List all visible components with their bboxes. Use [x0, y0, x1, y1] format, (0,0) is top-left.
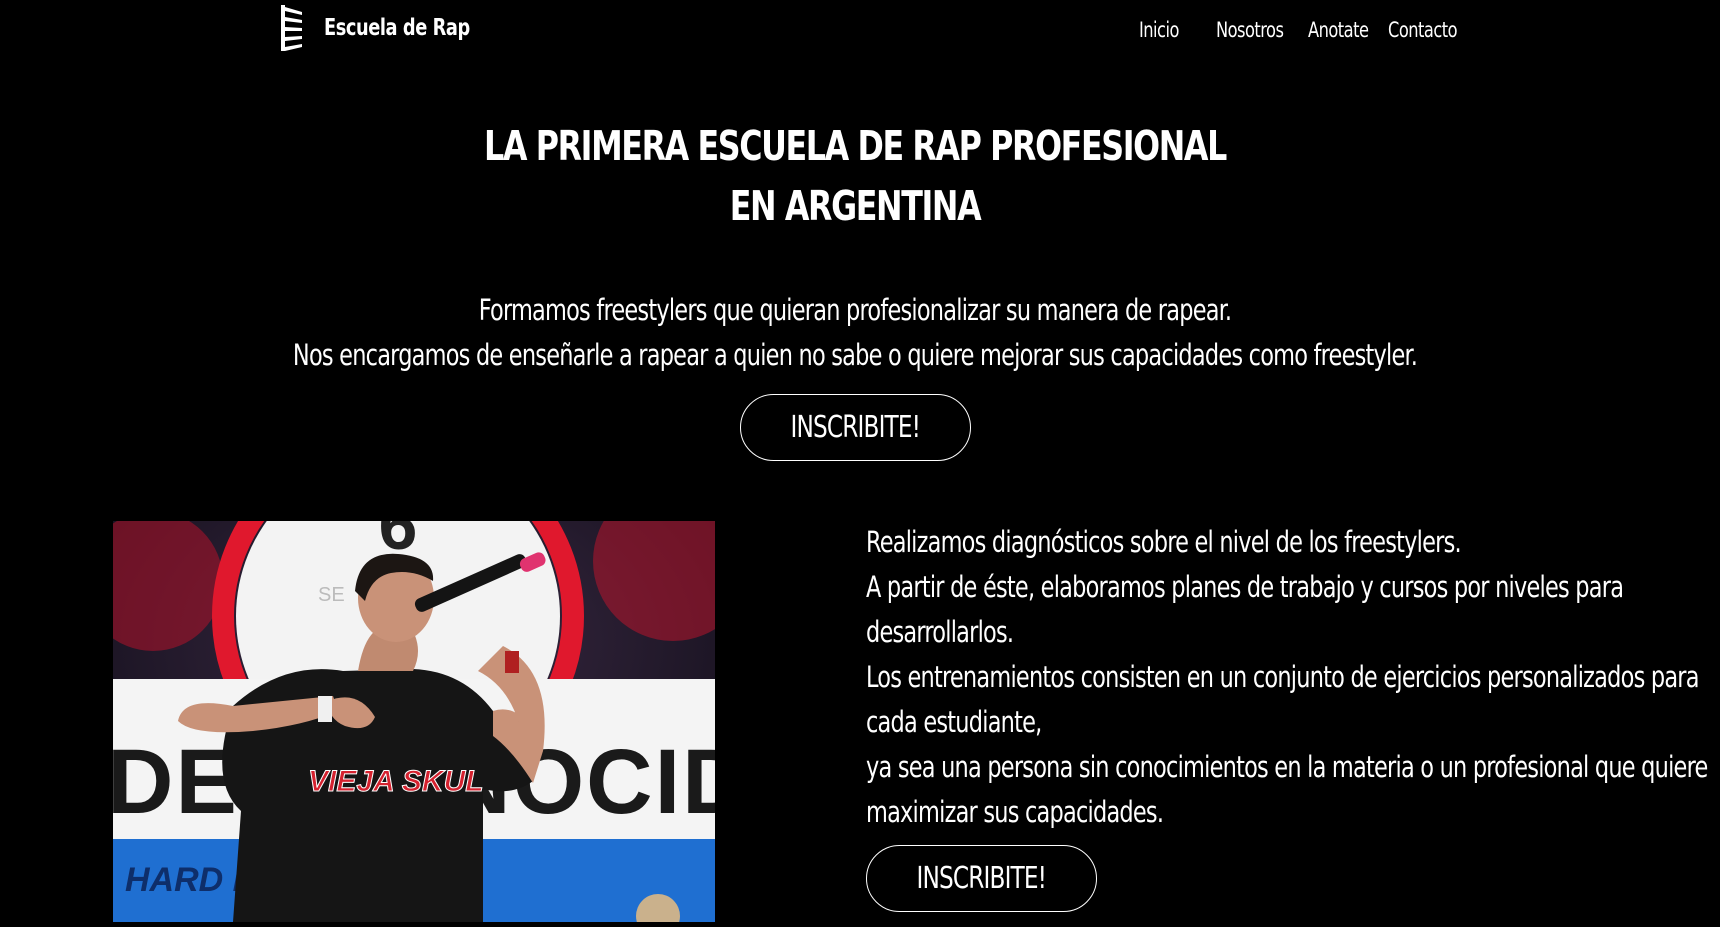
navbar: Escuela de Rap Inicio Nosotros Anotate C…: [0, 0, 1720, 64]
hero-title: LA PRIMERA ESCUELA DE RAP PROFESIONAL EN…: [0, 116, 1710, 236]
nav-link-contacto[interactable]: Contacto: [1388, 18, 1458, 42]
hero-title-line-1: LA PRIMERA ESCUELA DE RAP PROFESIONAL: [484, 122, 1227, 170]
rapper-photo: 6 SE DESCONOCIDO HARD M AL. 5S VIEJA SKU…: [113, 521, 715, 922]
brand-link[interactable]: Escuela de Rap: [280, 4, 494, 52]
about-inscribite-button[interactable]: INSCRIBITE!: [866, 845, 1097, 912]
nav-link-anotate[interactable]: Anotate: [1308, 18, 1369, 42]
hero-inscribite-label: INSCRIBITE!: [790, 410, 921, 445]
nav-link-inicio[interactable]: Inicio: [1139, 18, 1186, 42]
rapper-photo-image: 6 SE DESCONOCIDO HARD M AL. 5S VIEJA SKU…: [113, 521, 715, 922]
about-line-5: cada estudiante,: [866, 705, 1042, 739]
hero-subtitle-line-1: Formamos freestylers que quieran profesi…: [478, 293, 1232, 327]
about-line-4: Los entrenamientos consisten en un conju…: [866, 660, 1699, 694]
svg-text:SE: SE: [318, 584, 345, 606]
brand-name: Escuela de Rap: [324, 15, 470, 41]
hero-title-line-2: EN ARGENTINA: [729, 182, 982, 230]
about-line-3: desarrollarlos.: [866, 615, 1014, 649]
nav-link-nosotros[interactable]: Nosotros: [1216, 18, 1284, 42]
about-line-7: maximizar sus capacidades.: [866, 795, 1164, 829]
about-line-1: Realizamos diagnósticos sobre el nivel d…: [866, 525, 1462, 559]
hero-subtitle-line-2: Nos encargamos de enseñarle a rapear a q…: [292, 338, 1418, 372]
about-description: Realizamos diagnósticos sobre el nivel d…: [866, 520, 1720, 835]
photo-shirt-text: VIEJA SKUL: [308, 765, 484, 798]
escuela-logo-icon: [281, 5, 302, 51]
about-line-6: ya sea una persona sin conocimientos en …: [866, 750, 1708, 784]
about-line-2: A partir de éste, elaboramos planes de t…: [866, 570, 1624, 604]
hero-inscribite-button[interactable]: INSCRIBITE!: [740, 394, 971, 461]
nav-links: Inicio Nosotros Anotate Contacto: [1139, 18, 1480, 42]
about-inscribite-label: INSCRIBITE!: [916, 861, 1047, 896]
hero-subtitle: Formamos freestylers que quieran profesi…: [0, 288, 1710, 378]
